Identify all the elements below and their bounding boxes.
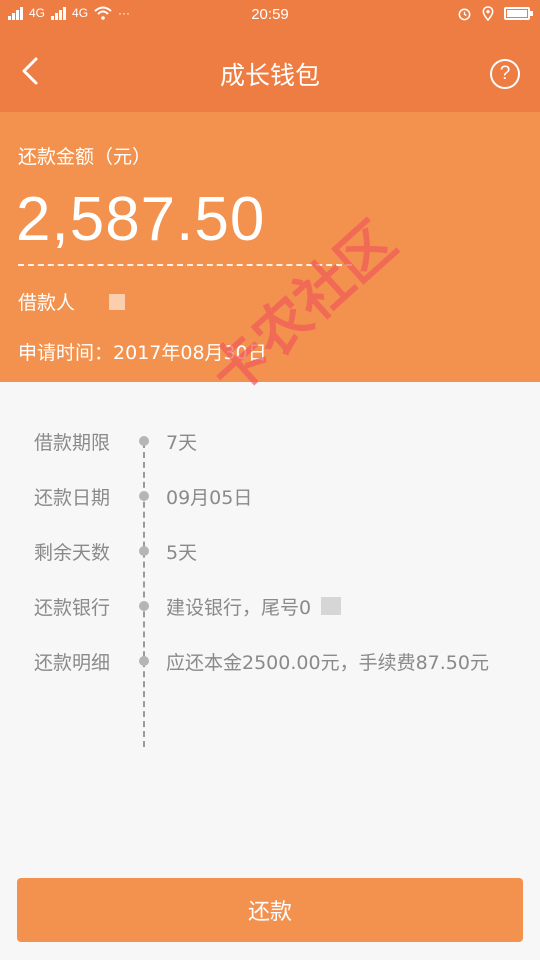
- detail-value: 应还本金2500.00元，手续费87.50元: [166, 651, 489, 674]
- question-icon: ?: [499, 63, 511, 84]
- detail-row-remaining-days: 剩余天数 5天: [0, 536, 540, 566]
- bank-text: 建设银行，尾号0: [166, 596, 312, 619]
- detail-label: 还款日期: [34, 486, 111, 509]
- apply-time-row: 申请时间： 2017年08月30日: [18, 338, 267, 365]
- status-bar: 4G 4G ··· 20:59: [0, 0, 540, 30]
- amount-value: 2,587.50: [16, 185, 266, 254]
- detail-value: 5天: [166, 541, 198, 564]
- borrower-row: 借款人: [18, 288, 126, 315]
- timeline-dot: [139, 601, 149, 611]
- detail-label: 剩余天数: [34, 541, 111, 564]
- apply-time-label: 申请时间：: [18, 342, 114, 364]
- detail-row-bank: 还款银行 建设银行，尾号0: [0, 591, 540, 621]
- timeline-dot: [139, 546, 149, 556]
- detail-row-due-date: 还款日期 09月05日: [0, 481, 540, 511]
- page-title: 成长钱包: [219, 61, 320, 90]
- location-icon: [482, 6, 494, 21]
- detail-label: 还款明细: [34, 651, 111, 674]
- nav-bar: 成长钱包 ?: [0, 30, 540, 112]
- timeline-dot: [139, 436, 149, 446]
- battery-icon: [504, 7, 533, 20]
- dashed-divider: [18, 264, 352, 266]
- alarm-icon: [458, 8, 471, 21]
- borrower-name-mask: [109, 293, 126, 310]
- amount-label: 还款金额（元）: [18, 146, 152, 168]
- repay-button[interactable]: 还款: [17, 878, 523, 942]
- status-right: [457, 6, 533, 21]
- detail-label: 还款银行: [34, 596, 111, 619]
- detail-row-term: 借款期限 7天: [0, 426, 540, 456]
- detail-value-bank: 建设银行，尾号0: [166, 593, 342, 620]
- detail-row-breakdown: 还款明细 应还本金2500.00元，手续费87.50元: [0, 646, 540, 676]
- repayment-summary: 还款金额（元） 2,587.50 借款人 申请时间： 2017年08月30日: [0, 112, 540, 382]
- timeline-dot: [139, 656, 149, 666]
- bank-number-mask: [321, 597, 342, 615]
- borrower-label: 借款人: [18, 292, 76, 314]
- detail-value: 09月05日: [166, 486, 253, 509]
- detail-label: 借款期限: [34, 431, 111, 454]
- apply-time-value: 2017年08月30日: [113, 342, 267, 364]
- timeline-dot: [139, 491, 149, 501]
- help-button[interactable]: ?: [490, 59, 520, 89]
- detail-value: 7天: [166, 431, 198, 454]
